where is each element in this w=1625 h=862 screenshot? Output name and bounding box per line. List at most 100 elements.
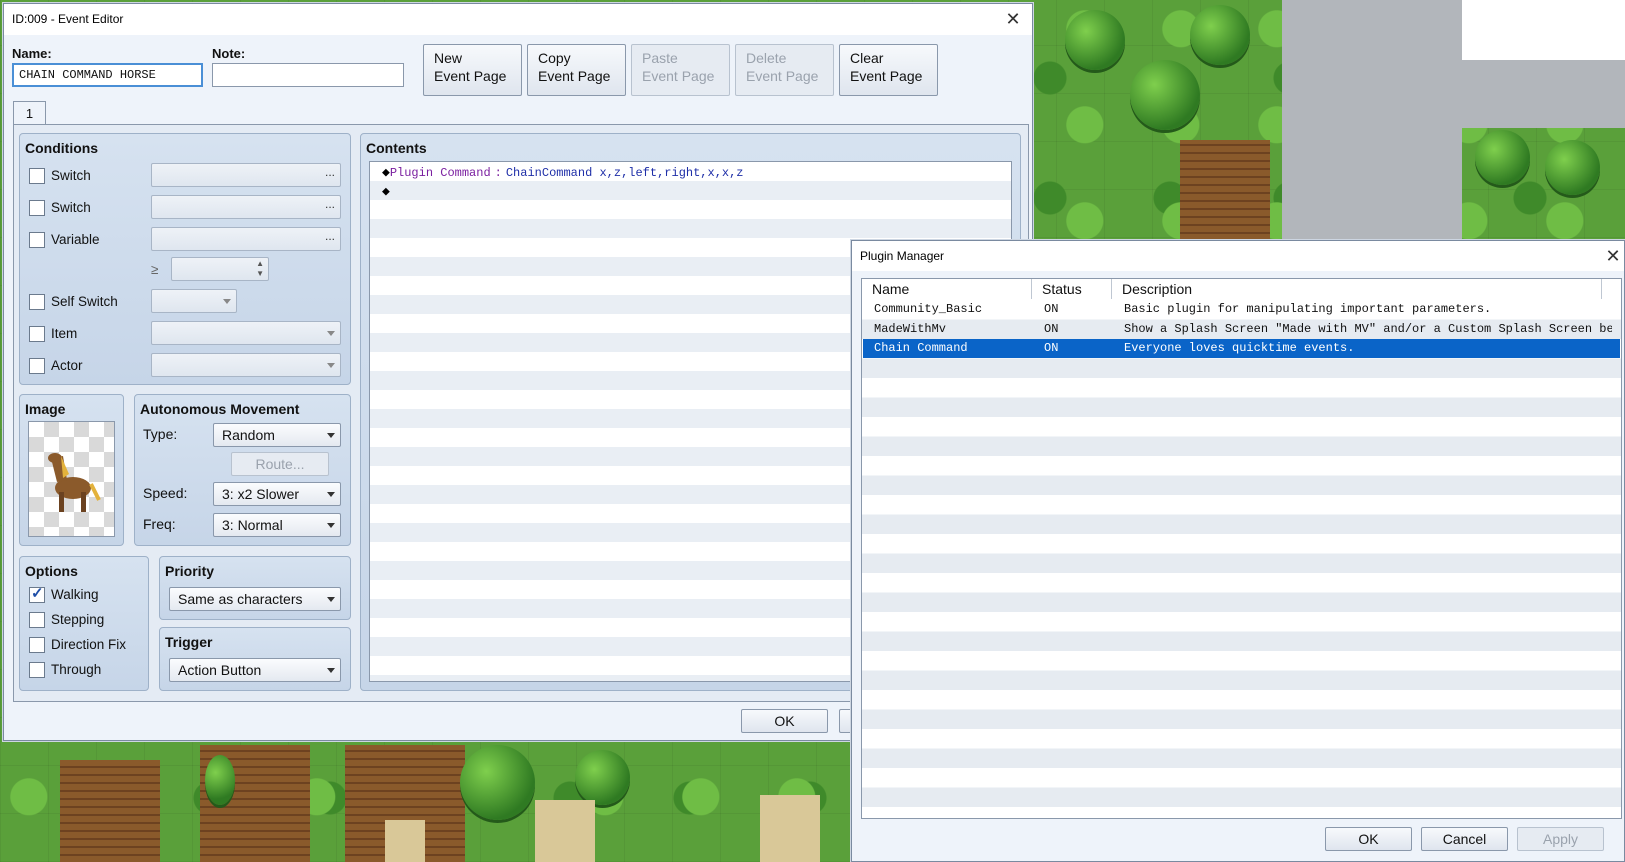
chevron-down-icon xyxy=(327,668,335,673)
command-marker: ◆ xyxy=(382,165,390,180)
plugin-manager-title: Plugin Manager xyxy=(860,249,945,263)
tab-page-1[interactable]: 1 xyxy=(13,101,46,125)
speed-label: Speed: xyxy=(143,485,188,501)
column-header-name[interactable]: Name xyxy=(862,279,1032,299)
paste-event-page-button[interactable]: Paste Event Page xyxy=(631,44,730,96)
switch2-field[interactable]: ... xyxy=(151,195,341,219)
column-header-description[interactable]: Description xyxy=(1112,279,1602,299)
chevron-down-icon xyxy=(327,492,335,497)
table-row[interactable]: Community_Basic ON Basic plugin for mani… xyxy=(863,300,1620,319)
cancel-button[interactable]: Cancel xyxy=(1421,827,1508,851)
clear-event-page-button[interactable]: Clear Event Page xyxy=(839,44,938,96)
close-icon[interactable]: ✕ xyxy=(1604,247,1622,265)
variable-field[interactable]: ... xyxy=(151,227,341,251)
clear-event-page-line2: Event Page xyxy=(850,68,923,84)
plugin-description: Basic plugin for manipulating important … xyxy=(1124,302,1492,316)
switch1-field[interactable]: ... xyxy=(151,163,341,187)
new-event-page-button[interactable]: New Event Page xyxy=(423,44,522,96)
self-switch-checkbox[interactable] xyxy=(29,294,45,310)
plugin-manager-window: Plugin Manager ✕ Name Status Description… xyxy=(851,240,1625,862)
actor-checkbox[interactable] xyxy=(29,358,45,374)
chevron-down-icon xyxy=(327,597,335,602)
list-item[interactable]: ◆Plugin Command: ChainCommand x,z,left,ri… xyxy=(382,163,744,182)
ellipsis-icon: ... xyxy=(324,165,335,179)
new-event-page-line1: New xyxy=(434,50,463,66)
gte-symbol: ≥ xyxy=(151,262,159,277)
variable-value-spinner[interactable]: ▲ ▼ xyxy=(171,257,269,281)
note-input[interactable] xyxy=(212,63,404,87)
stepping-checkbox[interactable] xyxy=(29,612,45,628)
ok-button[interactable]: OK xyxy=(1325,827,1412,851)
name-label: Name: xyxy=(12,46,52,61)
image-title: Image xyxy=(25,401,66,417)
map-tree xyxy=(1065,10,1125,70)
delete-event-page-button[interactable]: Delete Event Page xyxy=(735,44,834,96)
variable-checkbox[interactable] xyxy=(29,232,45,248)
direction-fix-label: Direction Fix xyxy=(51,637,127,652)
column-header-status[interactable]: Status xyxy=(1032,279,1112,299)
plugin-command-args: ChainCommand x,z,left,right,x,x,z xyxy=(505,166,744,180)
trigger-select[interactable]: Action Button xyxy=(169,658,341,682)
paste-event-page-line1: Paste xyxy=(642,50,678,66)
event-editor-titlebar: ID:009 - Event Editor xyxy=(4,4,1032,35)
command-separator: : xyxy=(494,166,502,180)
paste-event-page-line2: Event Page xyxy=(642,68,715,84)
spinner-up-icon[interactable]: ▲ xyxy=(256,259,264,268)
route-button[interactable]: Route... xyxy=(231,452,329,476)
apply-button[interactable]: Apply xyxy=(1517,827,1604,851)
priority-value: Same as characters xyxy=(178,591,303,607)
self-switch-select[interactable] xyxy=(151,289,237,313)
switch1-checkbox[interactable] xyxy=(29,168,45,184)
movement-freq-select[interactable]: 3: Normal xyxy=(213,513,341,537)
type-label: Type: xyxy=(143,426,178,442)
map-tree xyxy=(460,745,535,820)
ok-button[interactable]: OK xyxy=(741,709,828,733)
map-path xyxy=(760,795,820,862)
item-label: Item xyxy=(51,326,78,341)
autonomous-movement-group: Autonomous Movement Type: Random Route..… xyxy=(134,394,351,546)
priority-title: Priority xyxy=(165,563,215,579)
options-title: Options xyxy=(25,563,78,579)
event-name-input[interactable]: CHAIN COMMAND HORSE xyxy=(12,63,203,87)
plugin-command-label: Plugin Command xyxy=(389,166,491,180)
conditions-title: Conditions xyxy=(25,140,99,156)
movement-speed-select[interactable]: 3: x2 Slower xyxy=(213,482,341,506)
stepping-label: Stepping xyxy=(51,612,105,627)
list-item[interactable]: ◆ xyxy=(382,182,390,201)
new-event-page-line2: Event Page xyxy=(434,68,507,84)
movement-type-value: Random xyxy=(222,427,275,443)
plugin-status: ON xyxy=(1044,321,1059,336)
movement-type-select[interactable]: Random xyxy=(213,423,341,447)
table-row-selected[interactable]: Chain Command ON Everyone loves quicktim… xyxy=(863,339,1620,358)
command-marker: ◆ xyxy=(382,184,390,199)
freq-label: Freq: xyxy=(143,516,176,532)
walking-checkbox[interactable] xyxy=(29,584,45,603)
delete-event-page-line1: Delete xyxy=(746,50,787,66)
switch2-checkbox[interactable] xyxy=(29,200,45,216)
map-tree xyxy=(1190,5,1250,65)
actor-select[interactable] xyxy=(151,353,341,377)
conditions-group: Conditions Switch ... Switch ... Variabl… xyxy=(19,133,351,385)
trigger-group: Trigger Action Button xyxy=(159,627,351,691)
close-icon[interactable]: ✕ xyxy=(1004,10,1022,28)
plugin-status: ON xyxy=(1044,302,1059,316)
direction-fix-checkbox[interactable] xyxy=(29,637,45,653)
plugin-table: Name Status Description Community_Basic … xyxy=(861,278,1622,819)
plugin-status: ON xyxy=(1044,341,1059,355)
table-row[interactable]: MadeWithMv ON Show a Splash Screen "Made… xyxy=(863,320,1620,339)
map-path xyxy=(385,820,425,862)
spinner-down-icon[interactable]: ▼ xyxy=(256,269,264,278)
ellipsis-icon: ... xyxy=(324,229,335,243)
options-group: Options Walking Stepping Direction Fix T… xyxy=(19,556,149,691)
chevron-down-icon xyxy=(327,433,335,438)
through-checkbox[interactable] xyxy=(29,662,45,678)
item-select[interactable] xyxy=(151,321,341,345)
note-label: Note: xyxy=(212,46,246,61)
priority-select[interactable]: Same as characters xyxy=(169,587,341,611)
chevron-down-icon xyxy=(327,523,335,528)
event-image-preview[interactable] xyxy=(28,421,115,537)
copy-event-page-button[interactable]: Copy Event Page xyxy=(527,44,626,96)
contents-title: Contents xyxy=(366,140,427,156)
item-checkbox[interactable] xyxy=(29,326,45,342)
image-group: Image xyxy=(19,394,124,546)
